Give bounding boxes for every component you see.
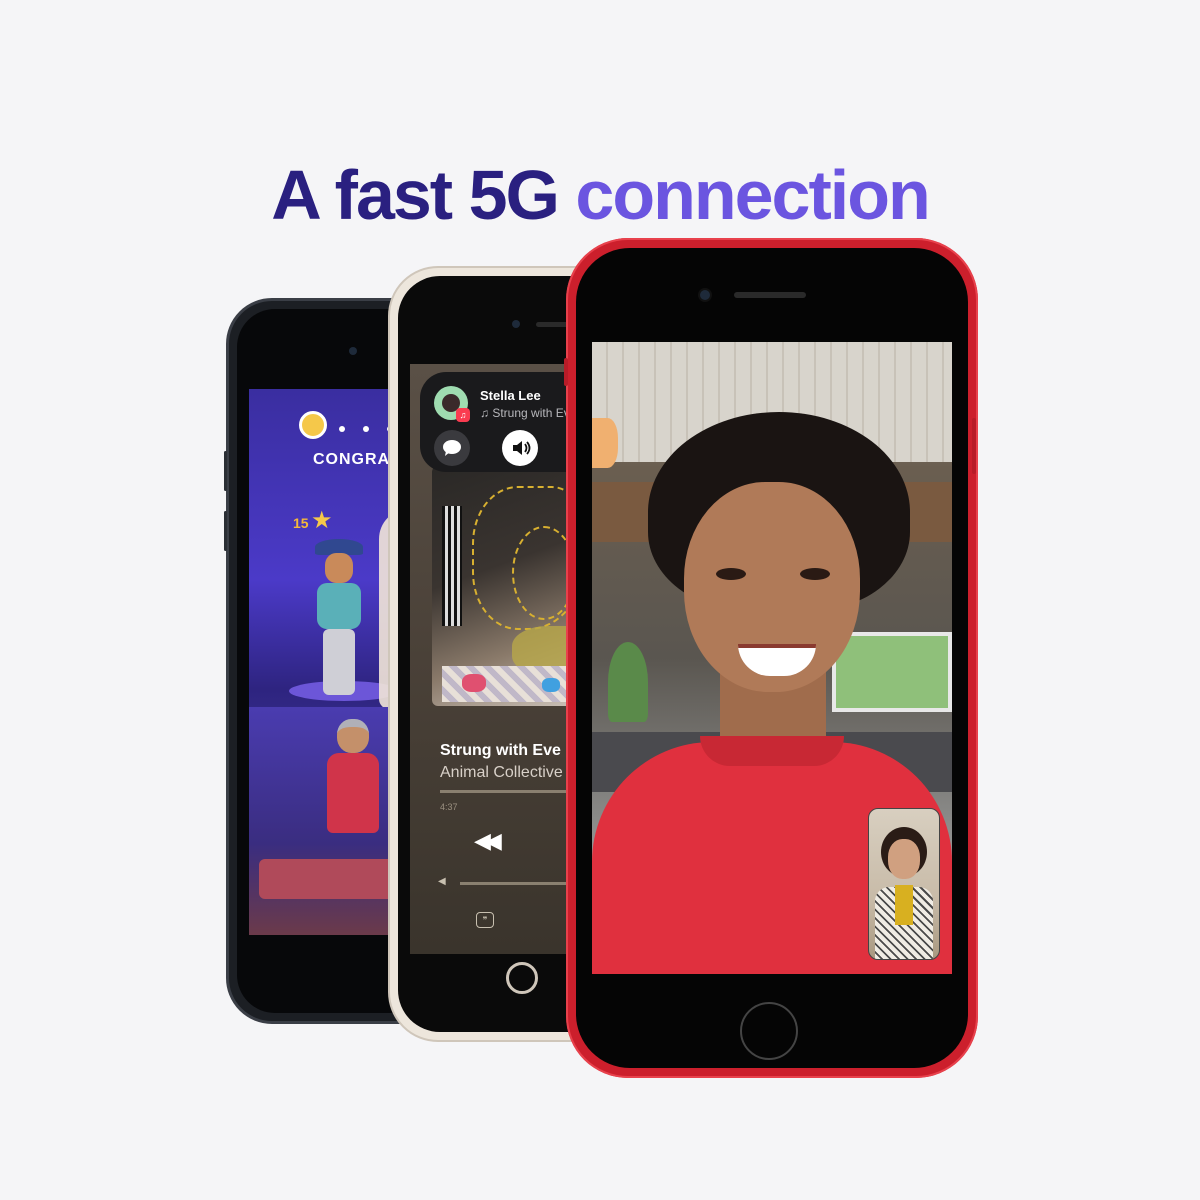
now-playing-subtitle: ♫ Strung with Eve <box>480 406 577 420</box>
game-banner: CONGRA <box>313 451 391 468</box>
self-view-pip[interactable] <box>868 808 940 960</box>
speaker-icon <box>513 441 531 455</box>
rewind-icon[interactable]: ◀◀ <box>474 828 502 854</box>
lyrics-icon[interactable]: ❞ <box>476 912 494 928</box>
side-button[interactable] <box>972 418 976 474</box>
game-character <box>319 719 389 849</box>
music-badge-icon: ♫ <box>456 408 470 422</box>
speaker-button[interactable] <box>502 430 538 466</box>
front-camera <box>700 290 710 300</box>
background-window <box>832 632 952 712</box>
song-title: Strung with Eve <box>440 742 561 759</box>
home-button[interactable] <box>740 1002 798 1060</box>
headline-part2: connection <box>575 155 930 234</box>
caller-eye <box>800 568 830 580</box>
headline-part1: A fast 5G <box>271 155 560 234</box>
home-button[interactable] <box>506 962 538 994</box>
front-camera <box>349 347 357 355</box>
background-lamp <box>592 418 618 468</box>
mute-switch[interactable] <box>564 358 568 386</box>
artist-name: Animal Collective <box>440 764 563 781</box>
caller-collar <box>700 736 844 766</box>
headline: A fast 5G connection <box>0 155 1200 235</box>
elapsed-time: 4:37 <box>440 802 458 812</box>
timer-icon <box>299 411 327 439</box>
facetime-screen <box>592 342 952 974</box>
phone-face <box>576 248 968 1068</box>
star-icon: ★ <box>311 507 333 534</box>
message-icon <box>443 440 461 456</box>
contact-name: Stella Lee <box>480 388 541 403</box>
volume-low-icon: ◀ <box>438 876 446 887</box>
earpiece <box>734 292 806 298</box>
background-plant <box>608 642 648 722</box>
phone-red <box>564 238 978 1078</box>
front-camera <box>512 320 520 328</box>
game-score: 15 <box>293 515 309 531</box>
message-button[interactable] <box>434 430 470 466</box>
caller-eye <box>716 568 746 580</box>
game-character <box>309 539 369 699</box>
